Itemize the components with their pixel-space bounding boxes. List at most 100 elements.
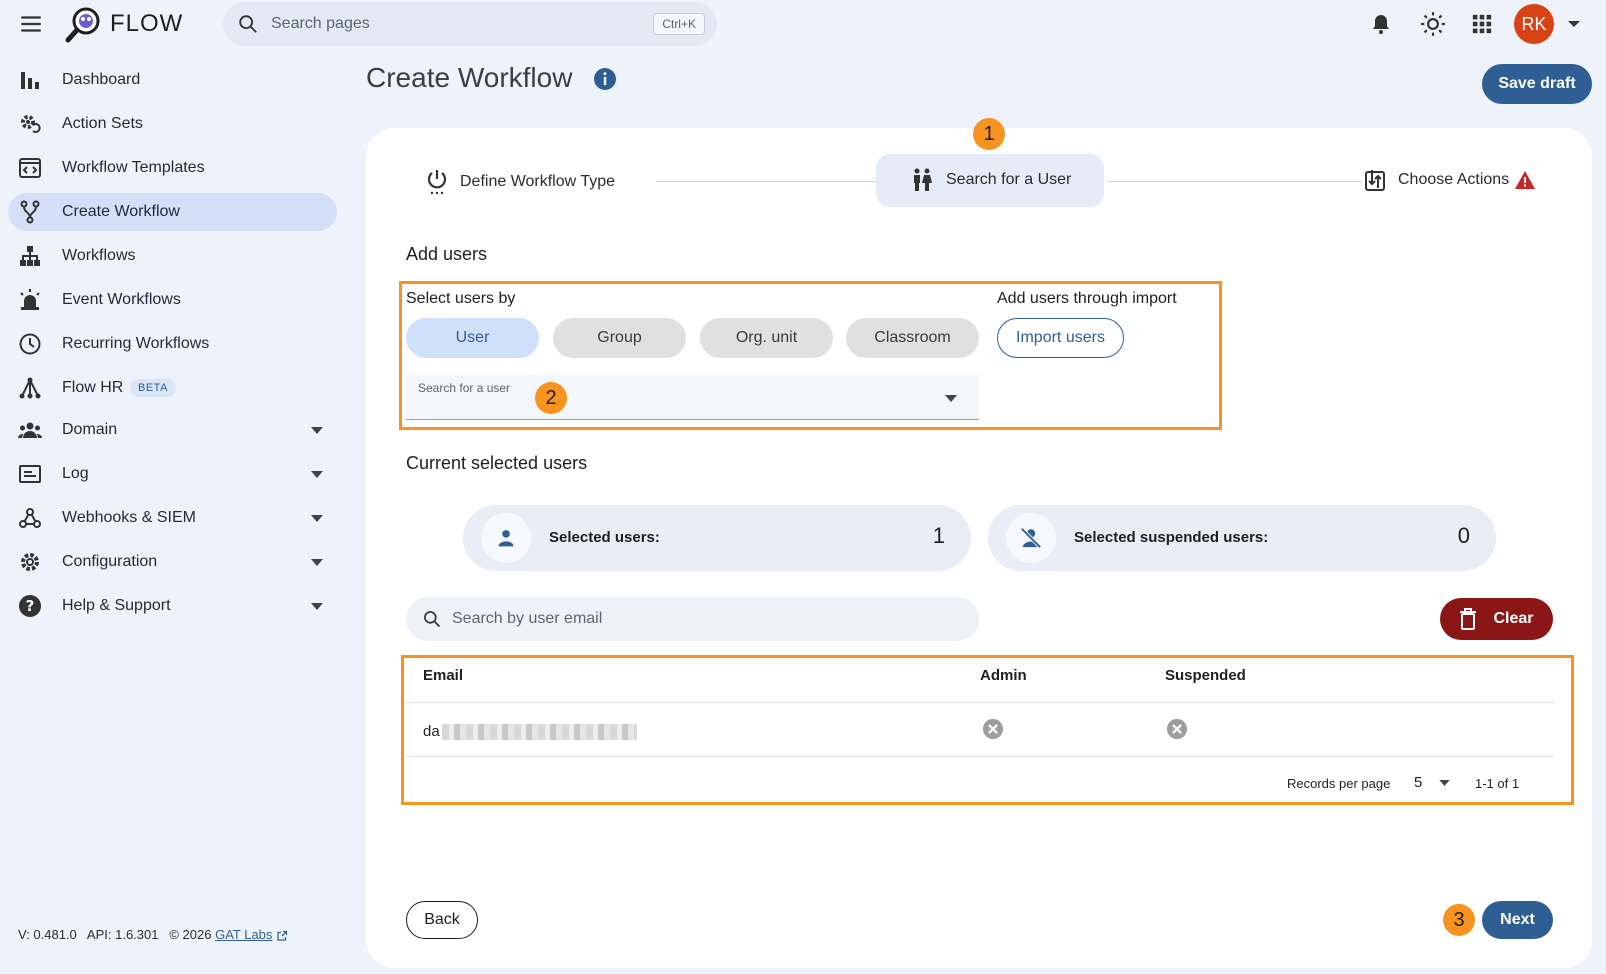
- sidebar-item-label: Help & Support: [62, 597, 171, 614]
- step-connector: [656, 181, 876, 182]
- sidebar-item-webhooks-siem[interactable]: Webhooks & SIEM: [8, 499, 337, 537]
- clear-button[interactable]: Clear: [1440, 598, 1553, 640]
- selected-users-count: 1: [932, 523, 945, 548]
- log-icon: [19, 465, 41, 483]
- copyright-text: © 2026: [169, 927, 212, 942]
- fork-icon: [20, 200, 40, 224]
- chevron-down-icon: [311, 559, 323, 566]
- search-pages-input[interactable]: Search pages Ctrl+K: [223, 2, 717, 46]
- trash-icon: [1460, 608, 1477, 630]
- info-icon[interactable]: [593, 67, 617, 91]
- gear-icon: [21, 553, 39, 571]
- pagination-range: 1-1 of 1: [1475, 776, 1520, 791]
- chevron-down-icon: [311, 515, 323, 522]
- external-link-icon[interactable]: [276, 930, 288, 942]
- people-pair-icon: [914, 168, 932, 191]
- sidebar-item-configuration[interactable]: Configuration: [8, 543, 337, 581]
- header-divider: [406, 702, 1554, 703]
- sidebar-item-help-support[interactable]: ? Help & Support: [8, 587, 337, 625]
- network-icon: [19, 377, 41, 399]
- save-draft-button[interactable]: Save draft: [1482, 64, 1592, 104]
- selected-suspended-users-label: Selected suspended users:: [1074, 529, 1269, 546]
- api-version-text: API: 1.6.301: [86, 927, 159, 942]
- apps-grid-icon[interactable]: [1467, 9, 1497, 39]
- sidebar-item-domain[interactable]: Domain: [8, 411, 337, 449]
- user-avatar[interactable]: RK: [1514, 4, 1554, 44]
- sidebar-item-workflows[interactable]: Workflows: [8, 237, 337, 275]
- company-link[interactable]: GAT Labs: [215, 927, 272, 942]
- table-row-email: da: [423, 723, 637, 741]
- warning-icon: [1515, 171, 1536, 189]
- records-per-page-select[interactable]: 5: [1414, 774, 1450, 791]
- option-group[interactable]: Group: [553, 318, 686, 358]
- swap-icon: [1365, 170, 1385, 191]
- sidebar-item-create-workflow[interactable]: Create Workflow: [8, 193, 337, 231]
- gear-refresh-icon: [21, 115, 41, 133]
- next-button[interactable]: Next: [1482, 901, 1553, 939]
- chevron-down-icon: [311, 471, 323, 478]
- step-choose-actions[interactable]: Choose Actions: [1364, 168, 1536, 192]
- email-prefix: da: [423, 723, 440, 740]
- sidebar-item-recurring-workflows[interactable]: Recurring Workflows: [8, 325, 337, 363]
- sidebar-item-label: Configuration: [62, 553, 158, 570]
- email-search-input[interactable]: Search by user email: [406, 597, 979, 641]
- sidebar-item-flow-hr[interactable]: Flow HR BETA: [8, 369, 337, 407]
- clock-icon: [19, 333, 41, 355]
- callout-badge-1: 1: [973, 118, 1005, 150]
- sidebar-item-label: Workflows: [62, 247, 136, 264]
- current-selected-users-heading: Current selected users: [406, 453, 588, 473]
- bar-chart-icon: [21, 72, 39, 89]
- chevron-down-icon: [311, 603, 323, 610]
- sidebar-item-label: Log: [62, 465, 89, 482]
- column-header-email[interactable]: Email: [423, 667, 463, 684]
- app-logo[interactable]: FLOW: [64, 4, 183, 44]
- column-header-suspended[interactable]: Suspended: [1165, 667, 1246, 684]
- search-user-select[interactable]: Search for a user: [406, 375, 979, 420]
- callout-badge-3: 3: [1443, 904, 1475, 936]
- email-search-placeholder: Search by user email: [452, 610, 603, 627]
- menu-icon[interactable]: [18, 11, 44, 37]
- column-header-admin[interactable]: Admin: [980, 667, 1027, 684]
- suspended-false-icon: [1166, 718, 1188, 740]
- selected-users-card: Selected users: 1: [463, 505, 971, 571]
- sidebar-item-label: Recurring Workflows: [62, 335, 210, 352]
- sidebar-item-workflow-templates[interactable]: Workflow Templates: [8, 149, 337, 187]
- step-label: Define Workflow Type: [460, 173, 616, 190]
- step-label: Choose Actions: [1398, 171, 1510, 188]
- option-classroom[interactable]: Classroom: [846, 318, 979, 358]
- sidebar-item-log[interactable]: Log: [8, 455, 337, 493]
- sidebar-item-action-sets[interactable]: Action Sets: [8, 105, 337, 143]
- selected-users-label: Selected users:: [549, 529, 660, 546]
- sidebar-item-label: Event Workflows: [62, 291, 181, 308]
- sidebar-item-dashboard[interactable]: Dashboard: [8, 61, 337, 99]
- search-placeholder: Search pages: [271, 15, 370, 32]
- theme-sun-icon[interactable]: [1418, 9, 1448, 39]
- svg-text:?: ?: [26, 597, 35, 615]
- sidebar-item-event-workflows[interactable]: Event Workflows: [8, 281, 337, 319]
- template-icon: [19, 158, 41, 178]
- option-org-unit[interactable]: Org. unit: [700, 318, 833, 358]
- version-text: V: 0.481.0: [18, 927, 77, 942]
- notifications-bell-icon[interactable]: [1366, 9, 1396, 39]
- chevron-down-icon[interactable]: [1567, 20, 1581, 28]
- back-button[interactable]: Back: [406, 901, 478, 939]
- sidebar-item-label: Flow HR: [62, 379, 124, 396]
- import-users-label: Add users through import: [997, 290, 1177, 307]
- step-search-for-user[interactable]: Search for a User: [912, 168, 1071, 192]
- shortcut-hint: Ctrl+K: [653, 13, 705, 35]
- callout-badge-2: 2: [535, 382, 567, 414]
- select-users-by-label: Select users by: [406, 290, 516, 307]
- search-icon: [424, 611, 441, 628]
- webhook-icon: [19, 508, 41, 528]
- clear-label: Clear: [1493, 610, 1534, 627]
- step-label: Search for a User: [946, 171, 1072, 188]
- chevron-down-icon: [945, 395, 957, 402]
- step-define-workflow-type[interactable]: Define Workflow Type: [426, 168, 615, 196]
- admin-false-icon: [982, 718, 1004, 740]
- import-users-button[interactable]: Import users: [997, 318, 1124, 358]
- option-user[interactable]: User: [406, 318, 539, 358]
- records-per-page-label: Records per page: [1287, 776, 1391, 791]
- add-users-heading: Add users: [406, 244, 488, 264]
- power-icon: [427, 170, 447, 195]
- search-icon: [239, 15, 257, 33]
